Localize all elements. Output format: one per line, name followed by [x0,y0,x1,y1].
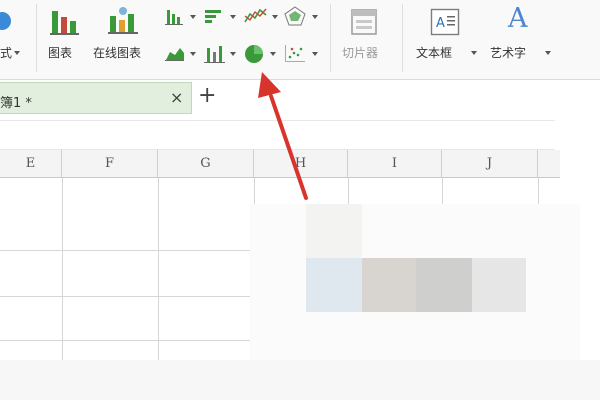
arrow-shaft [269,94,308,200]
annotation-arrow [258,72,308,200]
arrow-head [258,72,281,98]
spreadsheet-window: 式 图表 在线图表 切片器 A 文本框 A 艺术字 簿1 * × + E F G… [0,0,600,400]
